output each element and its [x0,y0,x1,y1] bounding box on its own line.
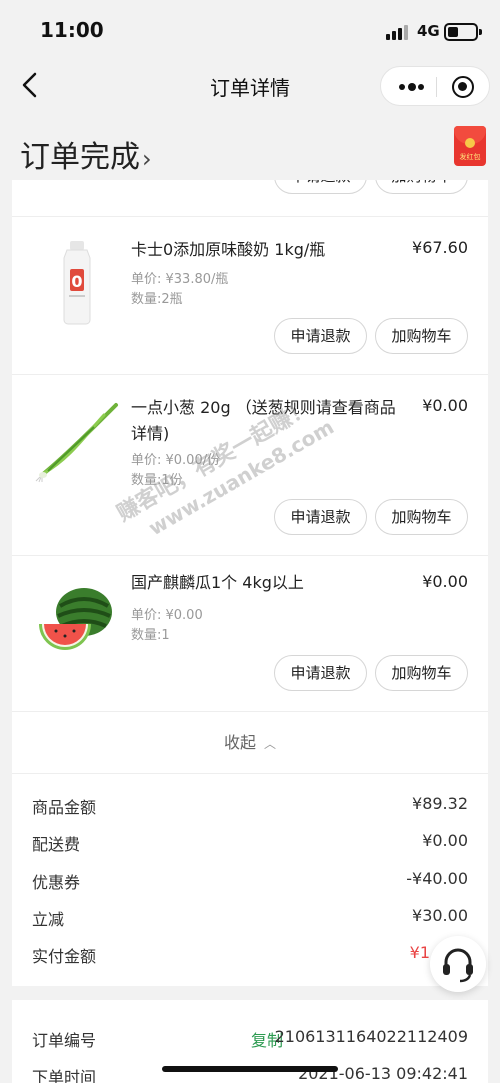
product-quantity: 数量:1份 [131,473,183,488]
order-number-value: 2106131164022112409 [274,1027,468,1046]
refund-button[interactable]: 申请退款 [274,499,367,535]
order-item-yogurt: 0 卡士0添加原味酸奶 1kg/瓶 ¥67.60 单价: ¥33.80/瓶 数量… [12,216,488,374]
refund-button[interactable]: 申请退款 [274,318,367,354]
summary-value: ¥89.32 [412,794,468,813]
product-unit-price: 单价: ¥0.00 [131,608,203,623]
product-quantity: 数量:2瓶 [131,292,183,307]
collapse-button[interactable]: 收起 ︿ [12,711,488,773]
order-status-text: 订单完成 [20,140,140,175]
product-unit-price: 单价: ¥0.00/份 [131,453,221,468]
signal-icon [386,24,410,40]
summary-goods-amount: 商品金额 ¥89.32 [32,794,468,820]
product-name: 国产麒麟瓜1个 4kg以上 [131,573,304,592]
refund-button-partial[interactable]: 申请退款 [274,180,367,194]
refund-button[interactable]: 申请退款 [274,655,367,691]
headset-icon[interactable] [430,936,486,992]
yogurt-bottle-image: 0 [63,241,91,325]
summary-coupon: 优惠券 -¥40.00 [32,869,468,895]
add-to-cart-button[interactable]: 加购物车 [375,655,468,691]
order-item-green-onion: 一点小葱 20g （送葱规则请查看商品详情) ¥0.00 单价: ¥0.00/份… [12,374,488,555]
product-name: 卡士0添加原味酸奶 1kg/瓶 [131,240,326,259]
summary-actual-paid: 实付金额 ¥1 [32,943,468,969]
summary-label: 配送费 [32,835,81,854]
battery-icon [444,23,478,41]
order-number-label: 订单编号 [32,1031,97,1050]
summary-label: 立减 [32,910,65,929]
summary-divider [12,773,488,774]
summary-label: 优惠券 [32,873,81,892]
product-quantity: 数量:1 [131,628,170,643]
product-unit-price: 单价: ¥33.80/瓶 [131,272,229,287]
capsule-divider [436,77,437,97]
chevron-up-icon: ︿ [264,737,277,751]
status-bar: 11:00 4G [0,0,500,64]
product-price: ¥67.60 [412,238,468,257]
product-price: ¥0.00 [422,396,468,415]
summary-paid-value: ¥1 [409,943,430,962]
summary-label: 实付金额 [32,947,97,966]
network-type: 4G [417,22,440,40]
summary-value: ¥0.00 [422,831,468,850]
add-to-cart-button[interactable]: 加购物车 [375,499,468,535]
summary-instant-discount: 立减 ¥30.00 [32,906,468,932]
order-status-link[interactable]: 订单完成› [20,132,152,176]
collapse-label: 收起 [223,733,256,752]
chevron-right-icon: › [142,145,152,173]
navigation-bar: 订单详情 [0,60,500,112]
watermelon-image [39,588,112,650]
status-time: 11:00 [40,18,104,42]
red-packet-button[interactable]: 发红包 [454,126,486,166]
svg-text:0: 0 [71,272,82,291]
order-time-label: 下单时间 [32,1068,97,1083]
battery-tip [479,29,482,35]
miniprogram-capsule [380,66,490,106]
add-to-cart-button[interactable]: 加购物车 [375,318,468,354]
product-name: 一点小葱 20g （送葱规则请查看商品详情) [131,398,396,443]
home-indicator [162,1066,338,1072]
summary-value: -¥40.00 [406,869,468,888]
order-items-card: 申请退款 加购物车 0 卡士0添加原味酸奶 1kg/瓶 ¥67.60 单价: ¥… [12,180,488,986]
order-item-watermelon: 国产麒麟瓜1个 4kg以上 ¥0.00 单价: ¥0.00 数量:1 申请退款 … [12,555,488,711]
red-packet-label: 发红包 [459,153,481,161]
more-options-icon[interactable] [399,82,424,92]
green-onion-image [35,403,118,483]
coin-icon [465,138,475,148]
close-miniprogram-icon[interactable] [452,76,474,98]
add-to-cart-button-partial[interactable]: 加购物车 [375,180,468,194]
product-price: ¥0.00 [422,572,468,591]
summary-label: 商品金额 [32,798,97,817]
summary-value: ¥30.00 [412,906,468,925]
summary-delivery-fee: 配送费 ¥0.00 [32,831,468,857]
